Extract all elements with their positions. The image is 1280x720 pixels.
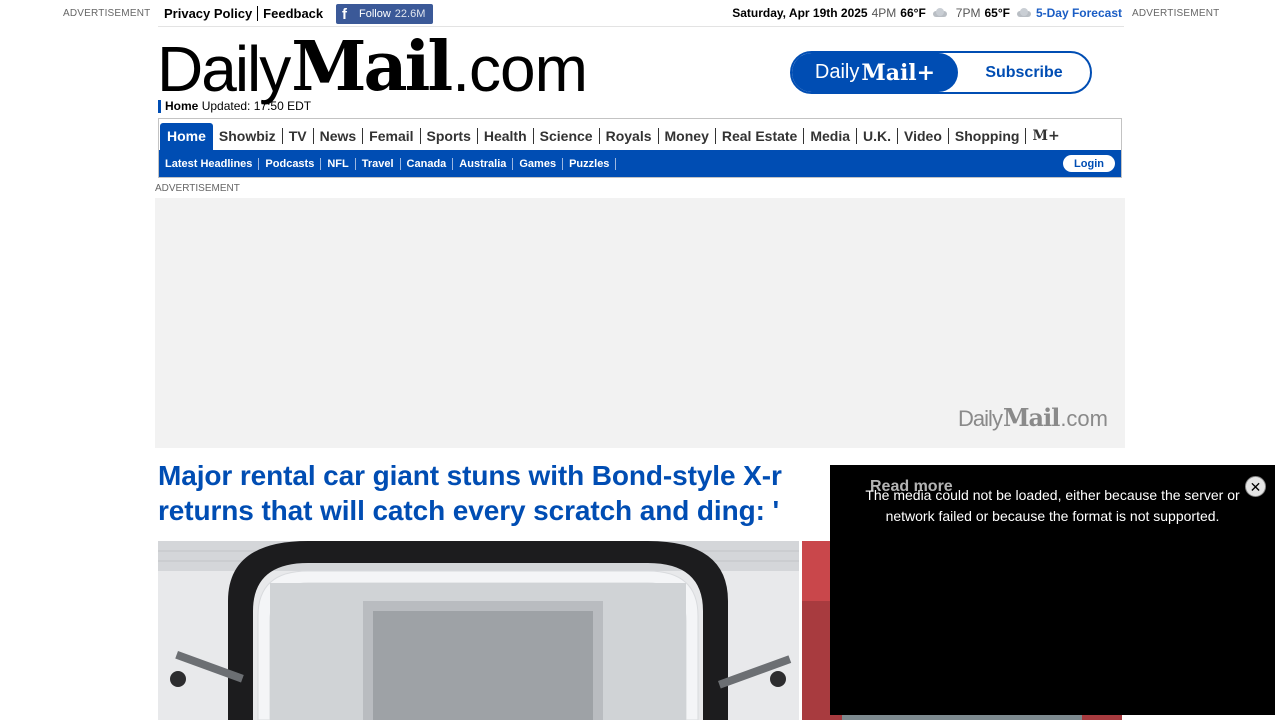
nav-item-media[interactable]: Media <box>804 128 858 144</box>
nav-item-money[interactable]: Money <box>659 128 716 144</box>
ad-logo-com: .com <box>1060 406 1108 431</box>
current-date: Saturday, Apr 19th 2025 <box>732 6 868 20</box>
nav-item-uk[interactable]: U.K. <box>857 128 899 144</box>
nav-item-showbiz[interactable]: Showbiz <box>213 128 283 144</box>
top-links: Privacy Policy Feedback <box>164 6 323 21</box>
subnav-nfl[interactable]: NFL <box>321 157 356 170</box>
ad-logo-daily: Daily <box>958 406 1003 431</box>
nav-item-video[interactable]: Video <box>898 128 949 144</box>
ad-logo-mail: Mail <box>1002 403 1060 432</box>
media-error-message: The media could not be loaded, either be… <box>865 487 1240 524</box>
weather-temp-1: 66°F <box>900 6 926 20</box>
subnav-puzzles[interactable]: Puzzles <box>563 157 617 170</box>
subscribe-label: Subscribe <box>985 63 1063 81</box>
subnav-australia[interactable]: Australia <box>453 157 514 170</box>
nav-item-real-estate[interactable]: Real Estate <box>716 128 805 144</box>
subnav-canada[interactable]: Canada <box>401 157 454 170</box>
privacy-policy-link[interactable]: Privacy Policy <box>164 6 252 21</box>
nav-item-royals[interactable]: Royals <box>600 128 659 144</box>
nav-item-home[interactable]: Home <box>160 123 213 150</box>
cloud-icon <box>932 8 948 18</box>
subscribe-button[interactable]: Daily Mail+ Subscribe <box>790 51 1092 94</box>
nav-item-femail[interactable]: Femail <box>363 128 421 144</box>
divider <box>257 6 259 21</box>
facebook-icon: f <box>342 5 347 23</box>
brand-daily: Daily <box>814 61 860 83</box>
five-day-forecast-link[interactable]: 5-Day Forecast <box>1036 6 1122 20</box>
advertisement-label-left: ADVERTISEMENT <box>63 8 151 19</box>
main-navigation: Home Showbiz TV News Femail Sports Healt… <box>158 118 1122 178</box>
advertisement-banner[interactable]: Daily Mail .com <box>155 198 1125 448</box>
nav-item-mail-plus[interactable]: M+ <box>1026 128 1065 144</box>
subnav-podcasts[interactable]: Podcasts <box>259 157 322 170</box>
subnav-latest-headlines[interactable]: Latest Headlines <box>165 157 260 170</box>
secondary-nav: Latest Headlines Podcasts NFL Travel Can… <box>159 150 1121 177</box>
nav-item-shopping[interactable]: Shopping <box>949 128 1027 144</box>
nav-item-news[interactable]: News <box>314 128 364 144</box>
brand-mail-plus: Mail+ <box>861 59 936 86</box>
updated-line: Home Updated: 17:50 EDT <box>158 100 311 113</box>
nav-item-sports[interactable]: Sports <box>421 128 478 144</box>
cloud-icon <box>1016 8 1032 18</box>
top-bar: Privacy Policy Feedback f Follow 22.6M S… <box>158 0 1124 27</box>
video-player-overlay[interactable]: Read more The media could not be loaded,… <box>830 465 1275 715</box>
nav-item-health[interactable]: Health <box>478 128 534 144</box>
facebook-follow-button[interactable]: f Follow 22.6M <box>336 4 433 24</box>
nav-item-tv[interactable]: TV <box>283 128 314 144</box>
dailymail-logo[interactable]: Daily Mail .com <box>157 27 588 107</box>
logo-com: .com <box>452 33 588 105</box>
article-main-image[interactable] <box>158 541 799 720</box>
subnav-travel[interactable]: Travel <box>356 157 401 170</box>
weather-time-1: 4PM <box>871 6 897 20</box>
weather-temp-2: 65°F <box>984 6 1010 20</box>
weather-widget: Saturday, Apr 19th 2025 4PM 66°F 7PM 65°… <box>732 6 1122 20</box>
dailymail-plus-brand: Daily Mail+ <box>792 53 958 92</box>
subnav-games[interactable]: Games <box>513 157 564 170</box>
advertisement-label: ADVERTISEMENT <box>155 183 240 194</box>
facebook-follow-count: 22.6M <box>394 8 426 20</box>
updated-time: Updated: 17:50 EDT <box>201 99 312 113</box>
primary-nav: Home Showbiz TV News Femail Sports Healt… <box>159 119 1121 150</box>
weather-time-2: 7PM <box>955 6 981 20</box>
nav-item-science[interactable]: Science <box>534 128 600 144</box>
login-button[interactable]: Login <box>1063 155 1115 172</box>
logo-daily: Daily <box>157 33 291 105</box>
xray-scanner-image <box>158 541 799 720</box>
close-icon[interactable]: ✕ <box>1245 476 1266 497</box>
logo-mail: Mail <box>291 27 453 107</box>
ad-placeholder-logo: Daily Mail .com <box>958 403 1108 432</box>
facebook-follow-label: Follow <box>359 8 391 20</box>
advertisement-label-right: ADVERTISEMENT <box>1132 8 1220 19</box>
feedback-link[interactable]: Feedback <box>263 6 323 21</box>
home-label[interactable]: Home <box>165 99 198 113</box>
